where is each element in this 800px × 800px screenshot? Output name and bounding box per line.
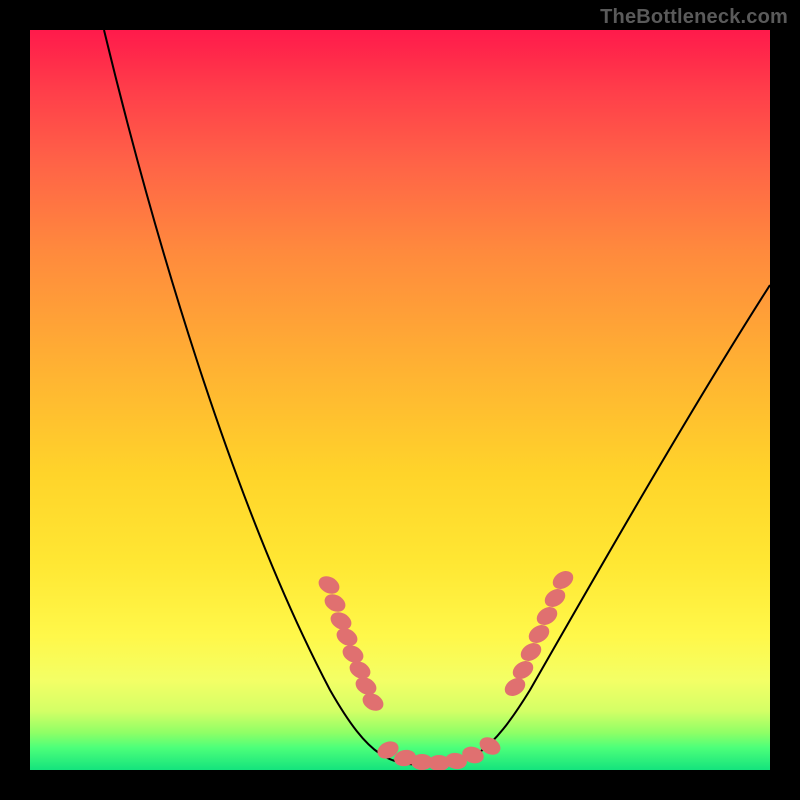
chart-frame: TheBottleneck.com bbox=[0, 0, 800, 800]
curve-beads bbox=[316, 567, 577, 770]
bottleneck-curve bbox=[104, 30, 770, 765]
plot-area bbox=[30, 30, 770, 770]
attribution-text: TheBottleneck.com bbox=[600, 6, 788, 29]
curve-svg bbox=[30, 30, 770, 770]
